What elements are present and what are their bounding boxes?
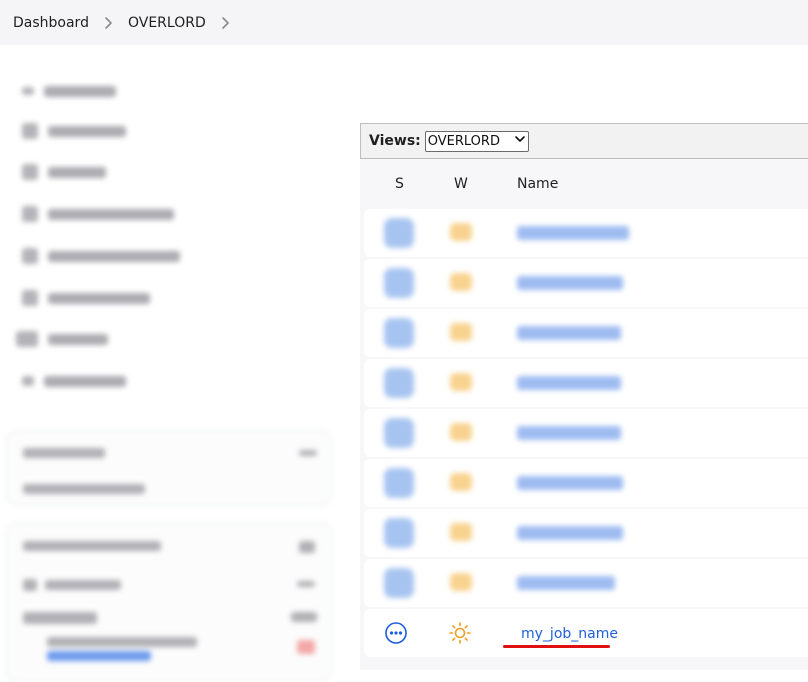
sidebar-panel-blurred <box>5 430 333 506</box>
column-header-status[interactable]: S <box>395 176 404 192</box>
column-header-weather[interactable]: W <box>454 176 468 192</box>
sidebar-item-blurred[interactable] <box>22 290 150 306</box>
sidebar-item-blurred[interactable] <box>16 331 108 347</box>
sidebar-item-blurred[interactable] <box>22 164 106 180</box>
breadcrumb: Dashboard OVERLORD <box>0 0 808 45</box>
table-row <box>364 409 808 457</box>
table-row-my-job: my_job_name <box>364 609 808 657</box>
table-row <box>364 559 808 607</box>
sidebar-item-blurred[interactable] <box>22 373 126 389</box>
sidebar-blurred <box>0 45 345 682</box>
highlight-underline <box>503 645 610 648</box>
sunny-icon[interactable] <box>448 621 472 645</box>
sidebar-item-blurred[interactable] <box>22 248 180 264</box>
table-row <box>364 359 808 407</box>
table-row <box>364 459 808 507</box>
table-row <box>364 259 808 307</box>
in-progress-ellipsis-icon[interactable] <box>384 621 408 645</box>
breadcrumb-overlord[interactable]: OVERLORD <box>128 15 206 31</box>
table-header: S W Name <box>360 159 808 207</box>
table-row <box>364 509 808 557</box>
chevron-down-icon <box>514 133 526 149</box>
jobs-table: S W Name my_job_name <box>360 159 808 670</box>
chevron-right-icon[interactable] <box>218 16 232 30</box>
sidebar-item-blurred[interactable] <box>22 83 116 99</box>
table-row <box>364 309 808 357</box>
job-name-link[interactable]: my_job_name <box>521 626 618 642</box>
sidebar-item-blurred[interactable] <box>22 123 126 139</box>
views-label: Views: <box>369 133 421 149</box>
sidebar-panel-blurred <box>5 522 333 682</box>
table-row <box>364 209 808 257</box>
sidebar-item-blurred[interactable] <box>22 206 174 222</box>
breadcrumb-dashboard[interactable]: Dashboard <box>13 15 89 31</box>
views-select[interactable]: OVERLORD <box>424 130 529 152</box>
views-bar: Views: OVERLORD <box>360 123 808 159</box>
views-select-value: OVERLORD <box>427 133 500 149</box>
column-header-name[interactable]: Name <box>517 176 558 192</box>
chevron-right-icon <box>101 16 115 30</box>
